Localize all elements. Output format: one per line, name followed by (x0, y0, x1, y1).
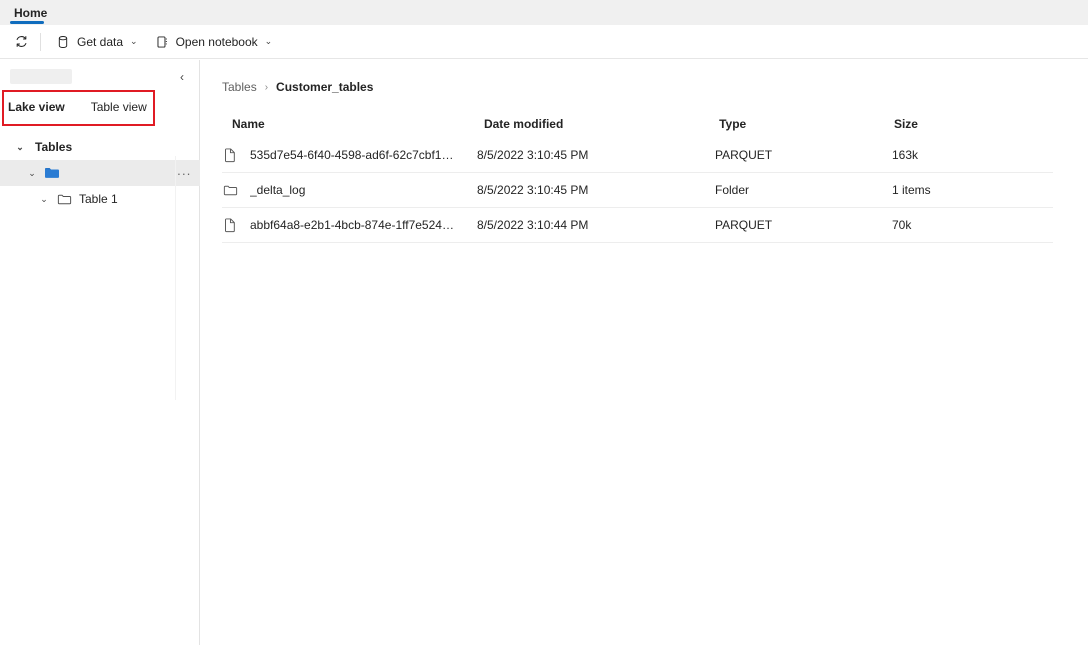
cell-size: 1 items (892, 183, 1053, 197)
breadcrumb-item-tables[interactable]: Tables (222, 80, 257, 94)
cell-date-modified: 8/5/2022 3:10:44 PM (477, 218, 715, 232)
open-notebook-button[interactable]: Open notebook ⌄ (146, 29, 281, 55)
cell-name: _delta_log (222, 182, 477, 198)
tree-section-tables[interactable]: ⌄ Tables (0, 134, 200, 160)
table-row[interactable]: _delta_log 8/5/2022 3:10:45 PM Folder 1 … (222, 173, 1053, 208)
ribbon-tab-strip: Home (0, 0, 1088, 25)
tab-lake-view[interactable]: Lake view (8, 94, 65, 120)
chevron-down-icon: ⌄ (12, 139, 28, 155)
cell-size: 163k (892, 148, 1053, 162)
more-options-button[interactable]: ··· (176, 165, 192, 181)
cell-type: PARQUET (715, 148, 892, 162)
file-table-header: Name Date modified Type Size (222, 110, 1053, 138)
tab-table-view[interactable]: Table view (91, 94, 147, 120)
tree-item-selected-folder[interactable]: ⌄ ··· (0, 160, 200, 186)
open-notebook-label: Open notebook (176, 35, 258, 49)
cell-type: Folder (715, 183, 892, 197)
view-tab-group: Lake view Table view (0, 94, 200, 124)
cell-date-modified: 8/5/2022 3:10:45 PM (477, 148, 715, 162)
column-header-name[interactable]: Name (222, 117, 484, 131)
column-header-size[interactable]: Size (894, 117, 1053, 131)
tree-item-table-1-label: Table 1 (79, 192, 118, 206)
file-icon (222, 217, 238, 233)
command-bar: Get data ⌄ Open notebook ⌄ (0, 25, 1088, 59)
tab-home-active-indicator (10, 21, 44, 24)
toolbar-divider (40, 33, 41, 51)
refresh-icon (13, 34, 29, 50)
breadcrumb-item-current: Customer_tables (276, 80, 373, 94)
cell-name: abbf64a8-e2b1-4bcb-874e-1ff7e524… (222, 217, 477, 233)
file-name: _delta_log (250, 183, 305, 197)
file-icon (222, 147, 238, 163)
object-explorer-tree: ⌄ Tables ⌄ ··· ⌄ Table 1 (0, 134, 200, 212)
cell-type: PARQUET (715, 218, 892, 232)
get-data-label: Get data (77, 35, 123, 49)
chevron-down-icon: ⌄ (24, 165, 40, 181)
refresh-button[interactable] (8, 29, 34, 55)
sidebar: ‹ Lake view Table view ⌄ Tables ⌄ ··· (0, 60, 200, 645)
database-icon (55, 34, 71, 50)
folder-filled-icon (44, 165, 60, 181)
file-name: 535d7e54-6f40-4598-ad6f-62c7cbf1… (250, 148, 453, 162)
tab-home-label: Home (14, 6, 47, 20)
notebook-icon (154, 34, 170, 50)
file-name: abbf64a8-e2b1-4bcb-874e-1ff7e524… (250, 218, 454, 232)
column-header-date-modified[interactable]: Date modified (484, 117, 719, 131)
table-row[interactable]: abbf64a8-e2b1-4bcb-874e-1ff7e524… 8/5/20… (222, 208, 1053, 243)
table-row[interactable]: 535d7e54-6f40-4598-ad6f-62c7cbf1… 8/5/20… (222, 138, 1053, 173)
folder-outline-icon (56, 191, 72, 207)
content-pane: Tables › Customer_tables Name Date modif… (201, 60, 1088, 645)
cell-name: 535d7e54-6f40-4598-ad6f-62c7cbf1… (222, 147, 477, 163)
get-data-button[interactable]: Get data ⌄ (47, 29, 146, 55)
sidebar-header: ‹ (0, 64, 200, 90)
chevron-down-icon: ⌄ (265, 37, 273, 46)
tab-table-view-label: Table view (91, 100, 147, 114)
tree-guide-line (175, 156, 176, 400)
cell-size: 70k (892, 218, 1053, 232)
item-name-placeholder (10, 69, 72, 84)
tree-section-tables-label: Tables (35, 140, 72, 154)
chevron-down-icon: ⌄ (130, 37, 138, 46)
cell-date-modified: 8/5/2022 3:10:45 PM (477, 183, 715, 197)
collapse-sidebar-button[interactable]: ‹ (171, 66, 193, 88)
breadcrumb: Tables › Customer_tables (222, 80, 373, 94)
tree-item-table-1[interactable]: ⌄ Table 1 (0, 186, 200, 212)
column-header-type[interactable]: Type (719, 117, 894, 131)
chevron-down-icon: ⌄ (36, 191, 52, 207)
breadcrumb-separator-icon: › (265, 82, 268, 93)
file-table: Name Date modified Type Size 535d7e54-6f… (222, 110, 1053, 243)
tab-lake-view-label: Lake view (8, 100, 65, 114)
folder-outline-icon (222, 182, 238, 198)
chevron-left-icon: ‹ (180, 70, 184, 84)
